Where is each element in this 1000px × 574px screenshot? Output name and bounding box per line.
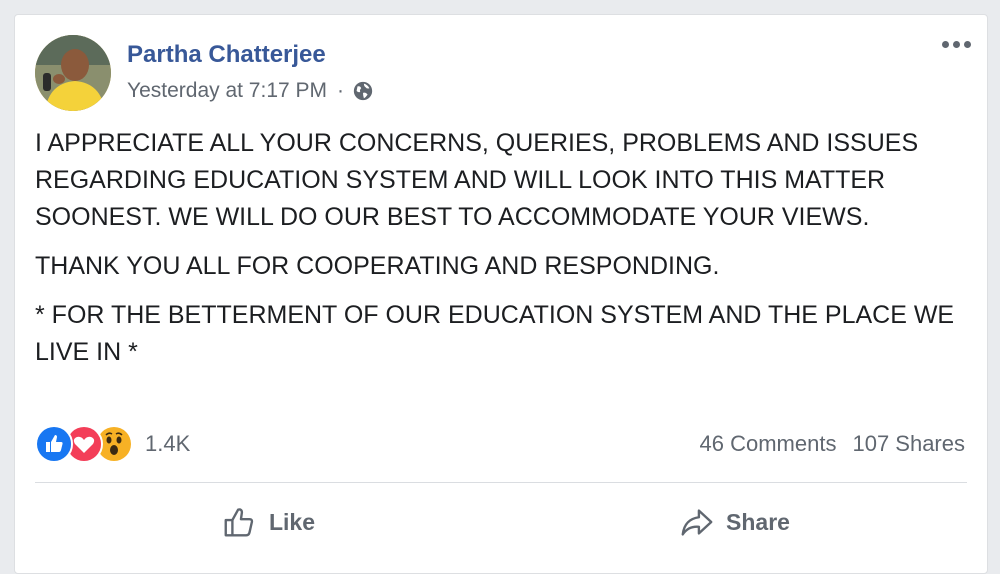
thumbs-up-icon [224,508,254,537]
reactions-summary[interactable]: 1.4K [35,425,190,463]
comments-count-link[interactable]: 46 Comments [700,431,837,457]
more-options-icon[interactable] [942,41,971,48]
shares-count-link[interactable]: 107 Shares [852,431,965,457]
action-bar: Like Share [35,500,967,544]
globe-icon[interactable] [352,80,374,102]
post-meta: Yesterday at 7:17 PM · [127,79,374,103]
post-card: Partha Chatterjee Yesterday at 7:17 PM ·… [14,14,988,574]
divider [35,482,967,483]
like-button[interactable]: Like [35,500,501,544]
author-name[interactable]: Partha Chatterjee [127,41,326,69]
share-button[interactable]: Share [501,500,967,544]
meta-separator: · [337,79,345,102]
like-reaction-icon [35,425,73,463]
share-arrow-icon [681,509,713,536]
post-paragraph: * FOR THE BETTERMENT OF OUR EDUCATION SY… [35,301,955,366]
avatar-image [35,35,111,111]
share-label: Share [726,508,790,535]
engagement-counts: 46 Comments 107 Shares [700,431,965,457]
post-paragraph: I APPRECIATE ALL YOUR CONCERNS, QUERIES,… [35,129,919,231]
reaction-count: 1.4K [145,431,191,456]
post-paragraph: THANK YOU ALL FOR COOPERATING AND RESPON… [35,252,720,280]
avatar[interactable] [35,35,111,111]
post-timestamp[interactable]: Yesterday at 7:17 PM [127,79,327,103]
post-body: I APPRECIATE ALL YOUR CONCERNS, QUERIES,… [35,125,975,383]
like-label: Like [268,508,316,535]
